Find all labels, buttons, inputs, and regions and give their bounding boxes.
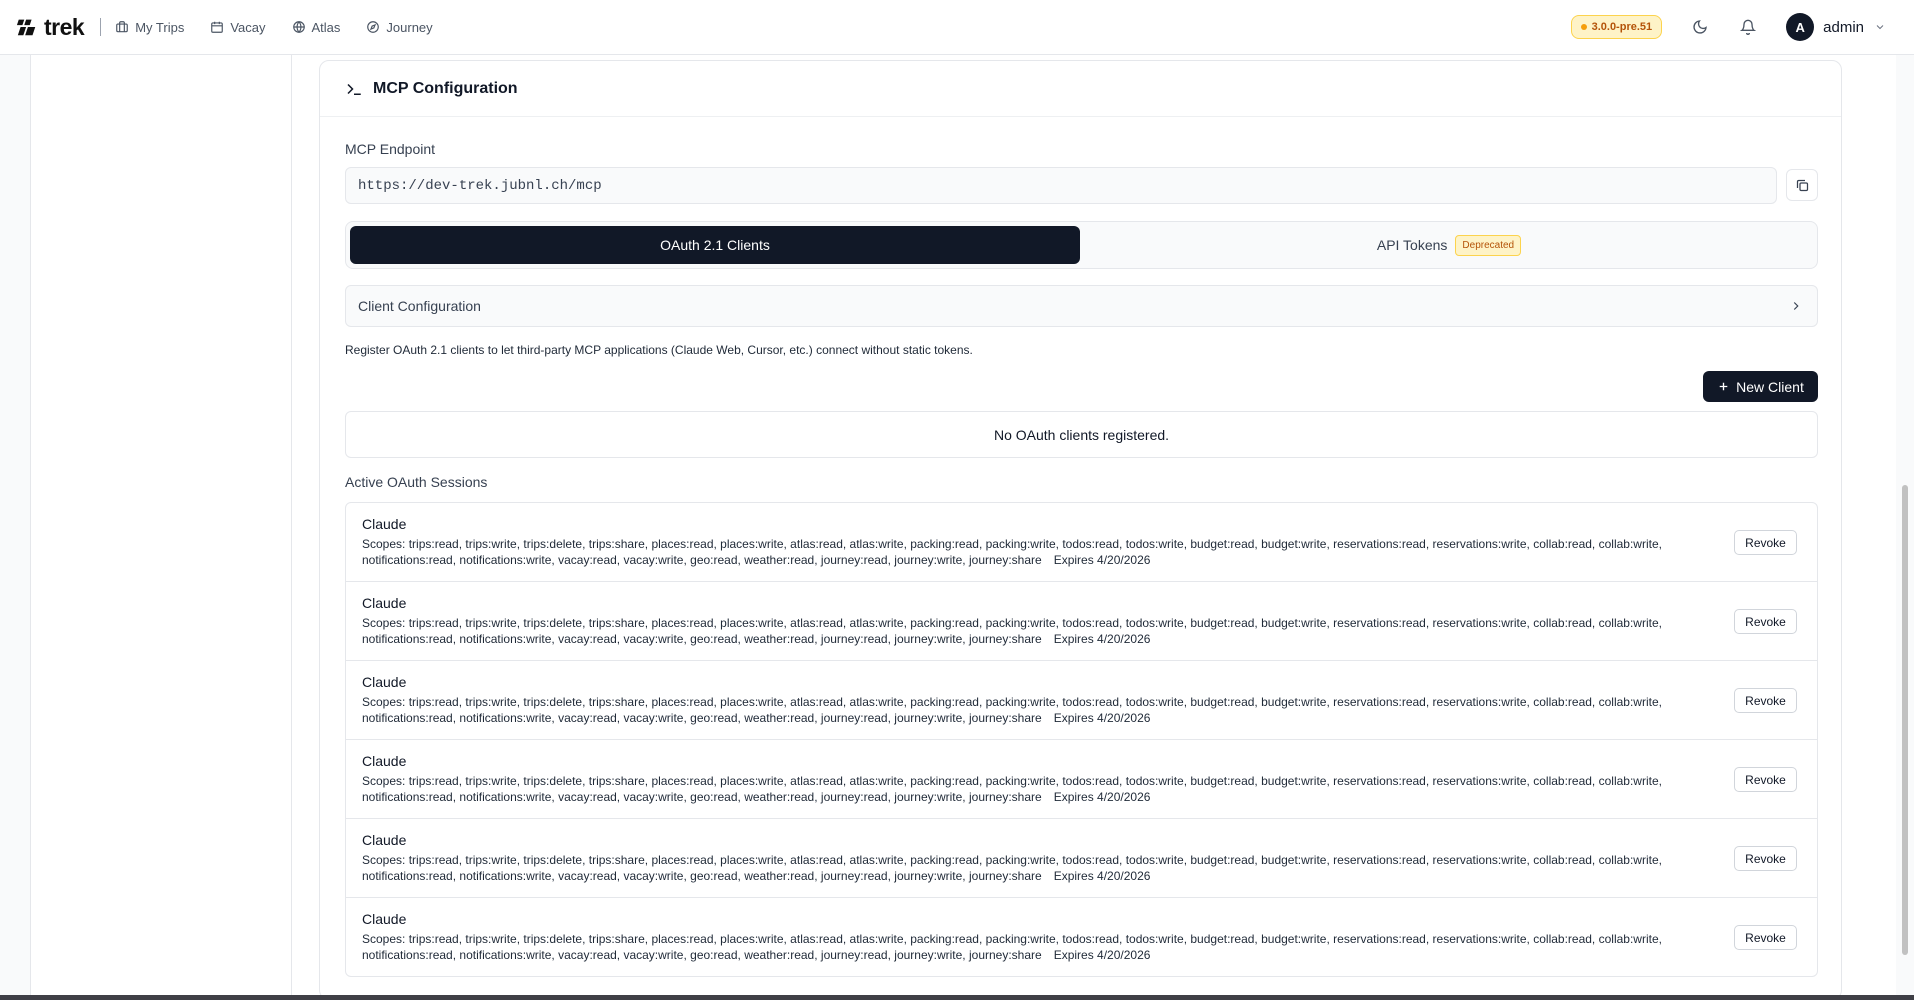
globe-icon — [292, 21, 305, 33]
session-name: Claude — [362, 516, 407, 532]
new-client-label: New Client — [1736, 378, 1804, 395]
new-client-button[interactable]: New Client — [1703, 371, 1818, 402]
nav-atlas[interactable]: Atlas — [292, 19, 341, 35]
moon-icon — [1693, 20, 1707, 34]
card-title: MCP Configuration — [373, 79, 518, 97]
session-row: Claude Scopes: trips:read, trips:write, … — [346, 582, 1817, 661]
session-expires: Expires 4/20/2026 — [1053, 948, 1151, 962]
revoke-button[interactable]: Revoke — [1734, 767, 1797, 792]
client-configuration-label: Client Configuration — [358, 298, 481, 314]
version-dot-icon — [1580, 24, 1587, 30]
session-expires: Expires 4/20/2026 — [1053, 869, 1151, 883]
session-row: Claude Scopes: trips:read, trips:write, … — [346, 503, 1817, 582]
nav-journey[interactable]: Journey — [366, 19, 433, 35]
empty-state-text: No OAuth clients registered. — [993, 426, 1170, 443]
session-scopes-text: Scopes: trips:read, trips:write, trips:d… — [362, 774, 1662, 804]
revoke-button[interactable]: Revoke — [1734, 688, 1797, 713]
notifications-button[interactable] — [1738, 17, 1758, 37]
version-label: 3.0.0-pre.51 — [1591, 21, 1653, 33]
session-scopes-text: Scopes: trips:read, trips:write, trips:d… — [362, 695, 1662, 725]
client-configuration-toggle[interactable]: Client Configuration — [345, 285, 1818, 327]
sessions-list: Claude Scopes: trips:read, trips:write, … — [345, 502, 1818, 977]
nav-atlas-label: Atlas — [311, 19, 341, 35]
endpoint-field[interactable]: https://dev-trek.jubnl.ch/mcp — [345, 167, 1777, 204]
calendar-icon — [211, 21, 224, 33]
deprecated-badge: Deprecated — [1455, 234, 1522, 256]
compass-icon — [367, 21, 380, 33]
user-name[interactable]: admin — [1823, 19, 1864, 36]
bell-icon — [1740, 19, 1757, 35]
session-row: Claude Scopes: trips:read, trips:write, … — [346, 898, 1817, 976]
auth-tabs: OAuth 2.1 Clients API Tokens Deprecated — [345, 221, 1818, 269]
session-scopes: Scopes: trips:read, trips:write, trips:d… — [362, 694, 1682, 726]
mcp-configuration-card: MCP Configuration MCP Endpoint https://d… — [319, 60, 1842, 1000]
nav-vacay-label: Vacay — [230, 19, 266, 35]
tab-oauth-clients-label: OAuth 2.1 Clients — [660, 237, 770, 253]
session-scopes-text: Scopes: trips:read, trips:write, trips:d… — [362, 932, 1662, 962]
copy-icon — [1796, 179, 1808, 191]
session-scopes: Scopes: trips:read, trips:write, trips:d… — [362, 852, 1682, 884]
session-name: Claude — [362, 911, 407, 927]
revoke-button[interactable]: Revoke — [1734, 609, 1797, 634]
clients-empty-state: No OAuth clients registered. — [345, 411, 1818, 458]
chevron-right-icon — [1793, 302, 1799, 310]
tab-api-tokens-label: API Tokens — [1376, 237, 1448, 253]
window-bottom-edge — [0, 995, 1914, 1000]
briefcase-icon — [116, 21, 129, 33]
oauth-description: Register OAuth 2.1 clients to let third-… — [345, 343, 973, 357]
tab-api-tokens[interactable]: API Tokens Deprecated — [1084, 226, 1814, 264]
session-scopes-text: Scopes: trips:read, trips:write, trips:d… — [362, 537, 1662, 567]
session-row: Claude Scopes: trips:read, trips:write, … — [346, 740, 1817, 819]
page-scrollbar[interactable] — [1902, 485, 1908, 955]
nav-my-trips-label: My Trips — [135, 19, 185, 35]
version-badge: 3.0.0-pre.51 — [1570, 15, 1663, 39]
chevron-down-icon[interactable] — [1874, 21, 1886, 33]
revoke-button[interactable]: Revoke — [1734, 530, 1797, 555]
session-scopes: Scopes: trips:read, trips:write, trips:d… — [362, 931, 1682, 963]
session-name: Claude — [362, 595, 407, 611]
session-scopes: Scopes: trips:read, trips:write, trips:d… — [362, 773, 1682, 805]
session-scopes: Scopes: trips:read, trips:write, trips:d… — [362, 536, 1682, 568]
sessions-label: Active OAuth Sessions — [345, 474, 488, 490]
tab-oauth-clients[interactable]: OAuth 2.1 Clients — [350, 226, 1080, 264]
session-name: Claude — [362, 832, 407, 848]
session-expires: Expires 4/20/2026 — [1053, 632, 1151, 646]
nav-right-group: 3.0.0-pre.51 A admin — [1570, 13, 1886, 41]
session-row: Claude Scopes: trips:read, trips:write, … — [346, 819, 1817, 898]
session-name: Claude — [362, 674, 407, 690]
nav-divider — [100, 18, 102, 36]
card-header: MCP Configuration — [320, 61, 1841, 117]
session-expires: Expires 4/20/2026 — [1053, 790, 1151, 804]
plus-icon — [1719, 382, 1728, 391]
brand-logo[interactable]: trek — [16, 13, 85, 41]
nav-journey-label: Journey — [386, 19, 433, 35]
settings-sidebar — [30, 55, 292, 1000]
nav-vacay[interactable]: Vacay — [210, 19, 266, 35]
terminal-icon — [347, 83, 361, 95]
session-row: Claude Scopes: trips:read, trips:write, … — [346, 661, 1817, 740]
top-navbar: trek My Trips Vacay Atlas Journey 3.0.0-… — [0, 0, 1914, 55]
session-scopes-text: Scopes: trips:read, trips:write, trips:d… — [362, 853, 1662, 883]
session-name: Claude — [362, 753, 407, 769]
nav-my-trips[interactable]: My Trips — [115, 20, 184, 35]
session-scopes-text: Scopes: trips:read, trips:write, trips:d… — [362, 616, 1662, 646]
session-expires: Expires 4/20/2026 — [1053, 711, 1151, 725]
revoke-button[interactable]: Revoke — [1734, 846, 1797, 871]
trek-logo-icon — [16, 19, 36, 36]
theme-toggle-button[interactable] — [1690, 17, 1710, 37]
brand-name: trek — [44, 13, 85, 40]
session-expires: Expires 4/20/2026 — [1053, 553, 1151, 567]
revoke-button[interactable]: Revoke — [1734, 925, 1797, 950]
copy-endpoint-button[interactable] — [1786, 169, 1818, 201]
session-scopes: Scopes: trips:read, trips:write, trips:d… — [362, 615, 1682, 647]
user-avatar[interactable]: A — [1786, 13, 1815, 41]
endpoint-label: MCP Endpoint — [345, 141, 436, 157]
